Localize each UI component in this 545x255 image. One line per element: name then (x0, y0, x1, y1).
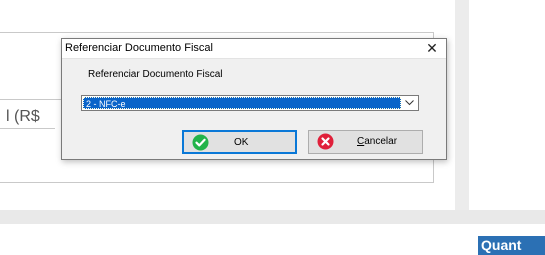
document-type-select[interactable]: 2 - NFC-e (81, 95, 419, 111)
cancel-button[interactable]: Cancelar (308, 130, 423, 154)
checkmark-icon (192, 134, 209, 151)
background-field-label: l (R$ (6, 108, 40, 125)
dialog-title: Referenciar Documento Fiscal (65, 42, 213, 54)
referenciar-dialog: Referenciar Documento Fiscal ✕ Referenci… (61, 38, 447, 160)
background-divider (0, 128, 55, 129)
close-icon: ✕ (426, 40, 438, 56)
document-type-selected: 2 - NFC-e (83, 97, 401, 109)
cancel-button-label: Cancelar (357, 136, 398, 147)
chevron-down-icon[interactable] (401, 96, 417, 110)
ok-button[interactable]: OK (182, 130, 297, 154)
dialog-prompt: Referenciar Documento Fiscal (88, 69, 223, 80)
quantity-button[interactable]: Quant (478, 236, 545, 255)
background-right-panel (455, 0, 545, 210)
background-bottom-strip (0, 210, 545, 224)
dialog-titlebar: Referenciar Documento Fiscal ✕ (62, 39, 446, 59)
close-button[interactable]: ✕ (418, 39, 446, 58)
ok-button-label: OK (234, 137, 249, 148)
cancel-x-icon (317, 133, 334, 150)
